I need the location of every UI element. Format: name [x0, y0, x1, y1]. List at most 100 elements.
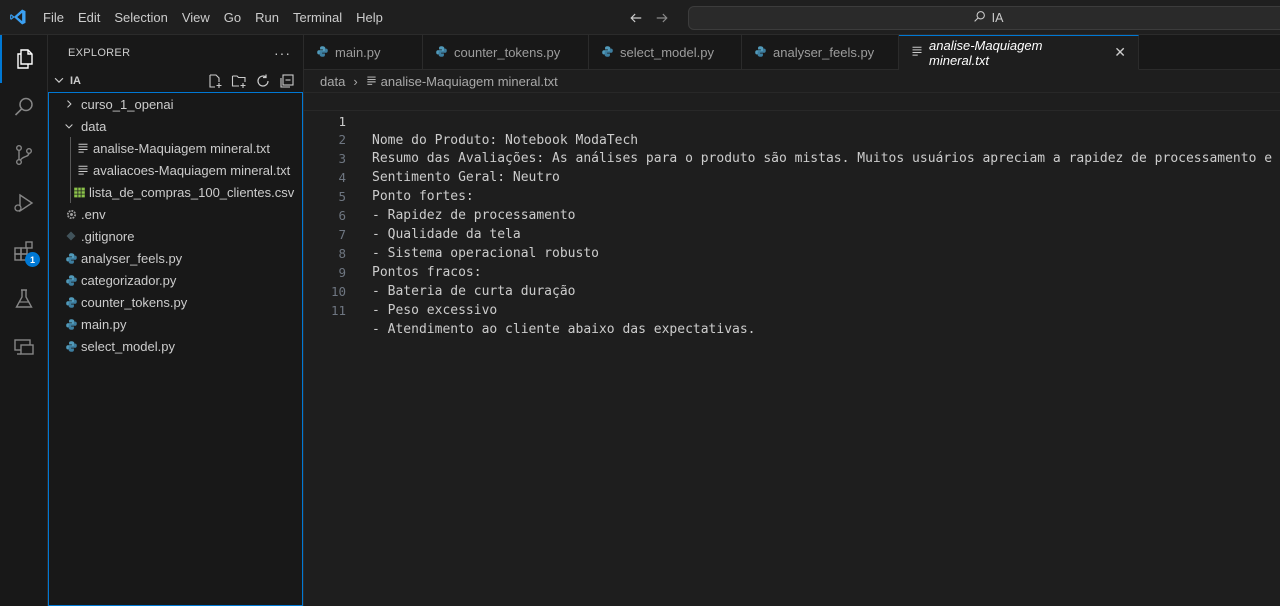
csv-file-icon	[71, 184, 87, 200]
tree-item-label: categorizador.py	[81, 272, 177, 288]
tree-item-label: curso_1_openai	[81, 96, 174, 112]
tab-label: main.py	[335, 45, 381, 60]
forward-arrow-icon[interactable]	[654, 10, 670, 26]
breadcrumb-folder[interactable]: data	[320, 74, 345, 89]
editor-tabs: main.py counter_tokens.py select_model.p…	[304, 35, 1280, 70]
menu-terminal[interactable]: Terminal	[286, 0, 349, 35]
menu-selection[interactable]: Selection	[107, 0, 174, 35]
tab-label: counter_tokens.py	[454, 45, 561, 60]
source-control-icon[interactable]	[0, 131, 48, 179]
tree-item-label: lista_de_compras_100_clientes.csv	[89, 184, 295, 200]
tree-item-label: analise-Maquiagem mineral.txt	[93, 140, 271, 156]
tree-item-label: main.py	[81, 316, 127, 332]
command-center-search[interactable]: IA	[688, 6, 1280, 30]
python-file-icon	[63, 316, 79, 332]
tree-item-select-model[interactable]: select_model.py	[49, 335, 302, 357]
tree-item-categorizador[interactable]: categorizador.py	[49, 269, 302, 291]
explorer-header: EXPLORER ···	[48, 35, 303, 70]
tab-label: analyser_feels.py	[773, 45, 875, 60]
chevron-down-icon	[61, 118, 77, 134]
chevron-right-icon	[61, 96, 77, 112]
search-icon[interactable]	[0, 83, 48, 131]
code-line: 5 - Rapidez de processamento	[304, 168, 1280, 223]
tree-item-env[interactable]: .env	[49, 203, 302, 225]
tree-item-label: data	[81, 118, 107, 134]
code-line: 11 - Atendimento ao cliente abaixo das e…	[304, 282, 1280, 337]
explorer-icon[interactable]	[0, 35, 48, 83]
extensions-badge: 1	[25, 252, 40, 267]
tree-item-label: .gitignore	[81, 228, 135, 244]
menu-edit[interactable]: Edit	[71, 0, 107, 35]
tree-item-label: analyser_feels.py	[81, 250, 183, 266]
testing-flask-icon[interactable]	[0, 275, 48, 323]
tree-item-label: select_model.py	[81, 338, 175, 354]
navigation-arrows	[628, 0, 670, 35]
tab-analise-txt[interactable]: analise-Maquiagem mineral.txt ✕	[899, 35, 1139, 70]
menu-run[interactable]: Run	[248, 0, 286, 35]
workspace-folder-header[interactable]: IA	[48, 70, 303, 92]
python-file-icon	[601, 45, 614, 61]
new-folder-icon[interactable]	[231, 73, 247, 89]
code-editor[interactable]: 1 Nome do Produto: Notebook ModaTech 2 R…	[304, 92, 1280, 606]
tab-label: analise-Maquiagem mineral.txt	[929, 37, 1043, 68]
tree-item-analise-txt[interactable]: analise-Maquiagem mineral.txt	[49, 137, 302, 159]
close-icon[interactable]: ✕	[1114, 44, 1126, 61]
tree-item-data[interactable]: data	[49, 115, 302, 137]
chevron-down-icon	[52, 73, 66, 90]
tab-select-model[interactable]: select_model.py	[589, 35, 742, 70]
tab-main-py[interactable]: main.py	[304, 35, 423, 70]
remote-explorer-icon[interactable]	[0, 323, 48, 371]
back-arrow-icon[interactable]	[628, 10, 644, 26]
tab-analyser-feels[interactable]: analyser_feels.py	[742, 35, 899, 70]
tree-item-label: .env	[81, 206, 106, 222]
tree-item-avaliacoes-txt[interactable]: avaliacoes-Maquiagem mineral.txt	[49, 159, 302, 181]
title-bar: File Edit Selection View Go Run Terminal…	[0, 0, 1280, 35]
tree-item-label: counter_tokens.py	[81, 294, 188, 310]
tree-item-counter-tokens[interactable]: counter_tokens.py	[49, 291, 302, 313]
menu-go[interactable]: Go	[217, 0, 248, 35]
tree-item-main[interactable]: main.py	[49, 313, 302, 335]
python-file-icon	[63, 294, 79, 310]
breadcrumb-file[interactable]: analise-Maquiagem mineral.txt	[381, 74, 558, 89]
file-tree: curso_1_openai data analise-Maquiagem mi…	[48, 92, 303, 606]
tab-counter-tokens[interactable]: counter_tokens.py	[423, 35, 589, 70]
python-file-icon	[435, 45, 448, 61]
new-file-icon[interactable]	[207, 73, 223, 89]
tree-item-lista-csv[interactable]: lista_de_compras_100_clientes.csv	[49, 181, 302, 203]
code-line: 9 - Bateria de curta duração	[304, 244, 1280, 299]
python-file-icon	[754, 45, 767, 61]
breadcrumb: data › analise-Maquiagem mineral.txt	[304, 70, 1280, 92]
tree-item-curso-1-openai[interactable]: curso_1_openai	[49, 93, 302, 115]
python-file-icon	[63, 272, 79, 288]
menu-file[interactable]: File	[36, 0, 71, 35]
more-actions-icon[interactable]: ···	[274, 45, 291, 61]
menu-help[interactable]: Help	[349, 0, 390, 35]
code-line: 7 - Sistema operacional robusto	[304, 206, 1280, 261]
explorer-title: EXPLORER	[68, 46, 131, 59]
line-text: - Peso excessivo	[372, 303, 498, 318]
gear-file-icon	[63, 206, 79, 222]
collapse-all-icon[interactable]	[279, 73, 295, 89]
menu-view[interactable]: View	[175, 0, 217, 35]
refresh-icon[interactable]	[255, 73, 271, 89]
vscode-logo-icon[interactable]	[0, 0, 36, 35]
code-line: 2 Resumo das Avaliações: As análises par…	[304, 111, 1280, 166]
tree-item-analyser-feels[interactable]: analyser_feels.py	[49, 247, 302, 269]
python-file-icon	[63, 250, 79, 266]
tree-item-gitignore[interactable]: .gitignore	[49, 225, 302, 247]
code-line: 8 Pontos fracos:	[304, 225, 1280, 280]
text-file-icon	[75, 162, 91, 178]
text-file-icon	[911, 45, 923, 60]
workspace-folder-name: IA	[70, 75, 81, 87]
menu-bar: File Edit Selection View Go Run Terminal…	[36, 0, 390, 35]
run-debug-icon[interactable]	[0, 179, 48, 227]
extensions-icon[interactable]: 1	[0, 227, 48, 275]
code-line: 10 - Peso excessivo	[304, 263, 1280, 318]
search-text: IA	[991, 11, 1004, 25]
line-number: 11	[330, 303, 346, 318]
text-file-icon	[366, 74, 377, 89]
tab-label: select_model.py	[620, 45, 714, 60]
python-file-icon	[316, 45, 329, 61]
explorer-sidebar: EXPLORER ··· IA curso_1_openai data anal…	[48, 35, 304, 606]
breadcrumb-separator: ›	[353, 73, 358, 89]
